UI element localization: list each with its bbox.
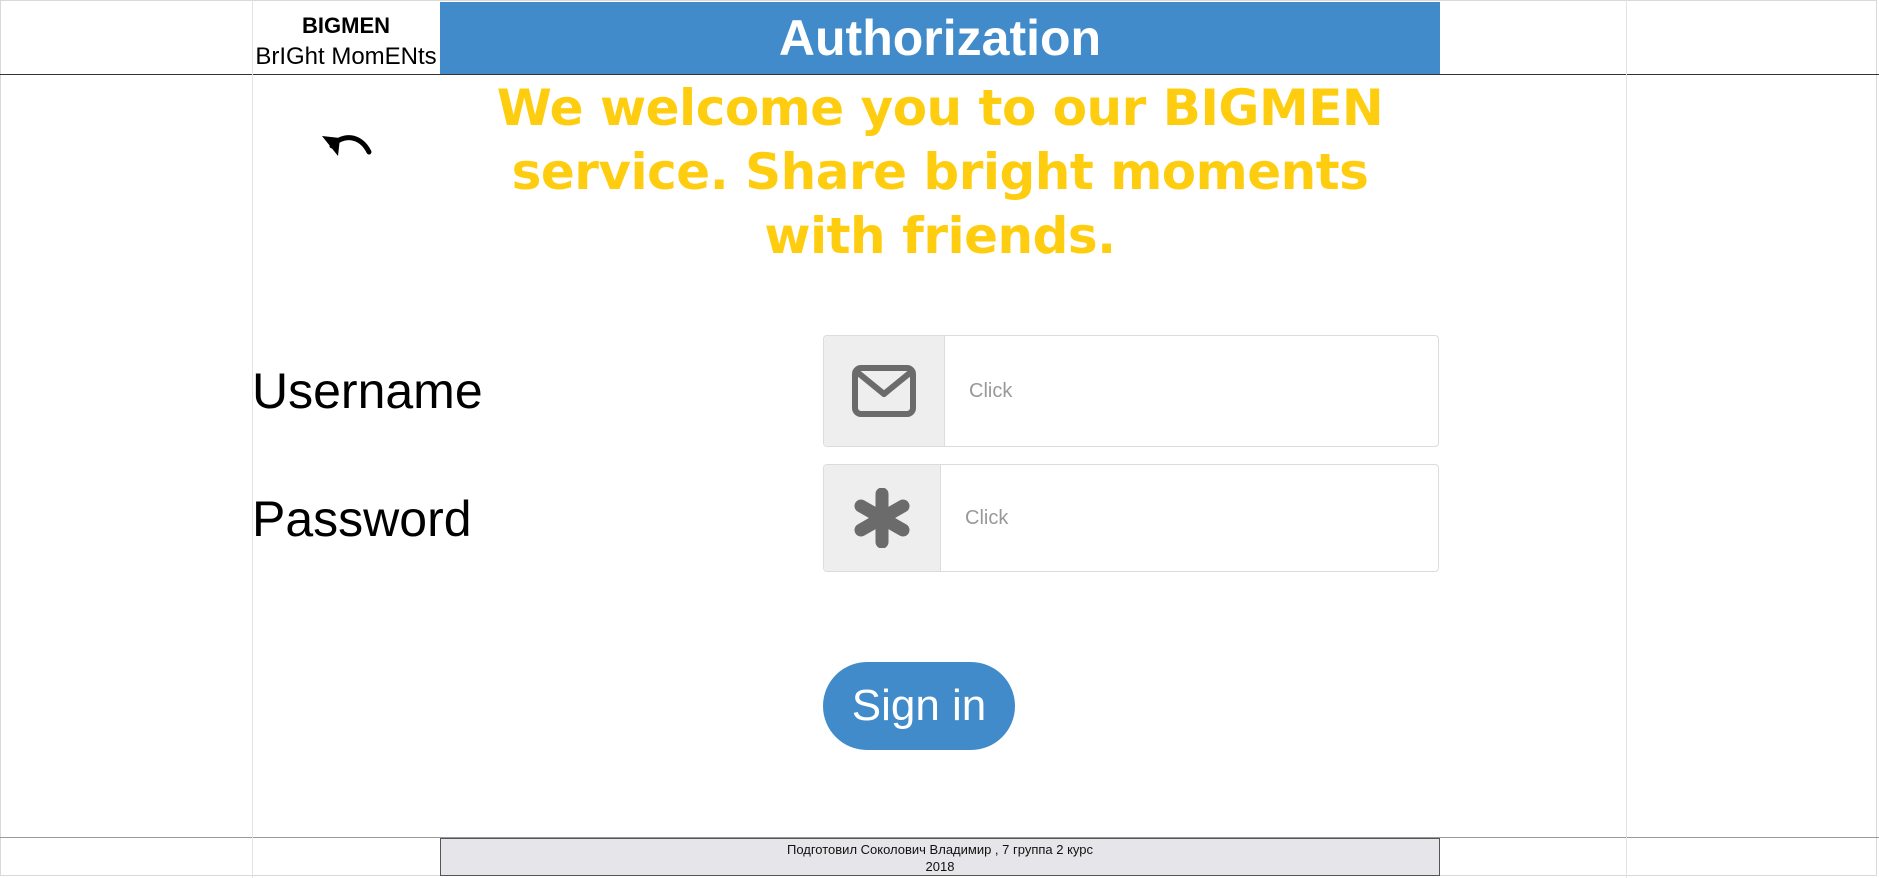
column-guide-right [1626, 0, 1627, 878]
username-field-group [823, 335, 1439, 447]
asterisk-icon [824, 465, 941, 571]
footer-year: 2018 [925, 859, 955, 874]
brand-title: BIGMEN [302, 13, 390, 38]
password-field-group [823, 464, 1439, 572]
envelope-icon [824, 336, 945, 446]
welcome-message: We welcome you to our BIGMEN service. Sh… [496, 79, 1384, 265]
password-input[interactable] [941, 465, 1438, 571]
footer-author: Подготовил Соколович Владимир , 7 группа… [786, 842, 1094, 857]
username-label: Username [252, 363, 483, 419]
sign-in-button[interactable]: Sign in [823, 662, 1015, 750]
username-input[interactable] [945, 336, 1438, 446]
brand-subtitle: BrIGht MomENts [255, 43, 437, 70]
undo-back-icon[interactable] [318, 126, 374, 166]
page-title: Authorization [440, 2, 1440, 75]
column-guide-left [252, 0, 253, 878]
footer: Подготовил Соколович Владимир , 7 группа… [440, 838, 1440, 876]
brand-logo[interactable]: BIGMEN BrIGht MomENts [253, 10, 439, 72]
password-label: Password [252, 491, 472, 547]
